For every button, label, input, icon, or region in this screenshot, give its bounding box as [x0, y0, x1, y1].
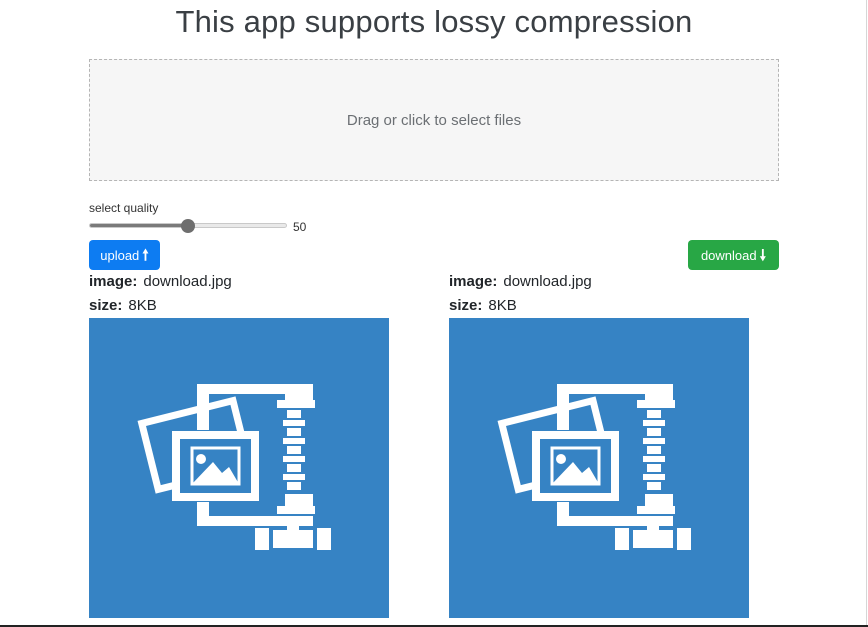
quality-value: 50: [293, 220, 307, 234]
original-size-value: 8KB: [128, 297, 157, 314]
upload-button[interactable]: upload 🠕: [89, 240, 160, 270]
compressed-image-name: download.jpg: [503, 273, 592, 290]
arrow-up-icon: 🠕: [142, 246, 149, 264]
compressed-image-label: image:: [449, 273, 498, 290]
original-image-preview: [89, 318, 389, 618]
original-size-row: size: 8KB: [89, 297, 157, 314]
page-title: This app supports lossy compression: [175, 4, 693, 39]
quality-slider[interactable]: [89, 219, 287, 233]
compressed-image-preview: [449, 318, 749, 618]
dropzone-text: Drag or click to select files: [346, 111, 522, 129]
arrow-down-icon: 🠗: [759, 246, 767, 264]
quality-label: select quality: [89, 201, 159, 215]
original-size-label: size:: [89, 297, 123, 314]
compressed-size-value: 8KB: [488, 297, 517, 314]
image-compress-icon: [497, 384, 691, 550]
download-button-label: download: [700, 247, 757, 263]
slider-fill: [90, 224, 189, 227]
original-image-name: download.jpg: [143, 273, 232, 290]
compressed-image-name-row: image: download.jpg: [449, 273, 592, 290]
download-button[interactable]: download 🠗: [688, 240, 779, 270]
compressed-size-label: size:: [449, 297, 483, 314]
upload-button-label: upload: [100, 247, 140, 263]
file-dropzone[interactable]: Drag or click to select files: [89, 59, 779, 181]
slider-thumb[interactable]: [181, 219, 195, 233]
compressed-size-row: size: 8KB: [449, 297, 517, 314]
original-image-label: image:: [89, 273, 138, 290]
original-image-name-row: image: download.jpg: [89, 273, 232, 290]
image-compress-icon: [137, 384, 331, 550]
